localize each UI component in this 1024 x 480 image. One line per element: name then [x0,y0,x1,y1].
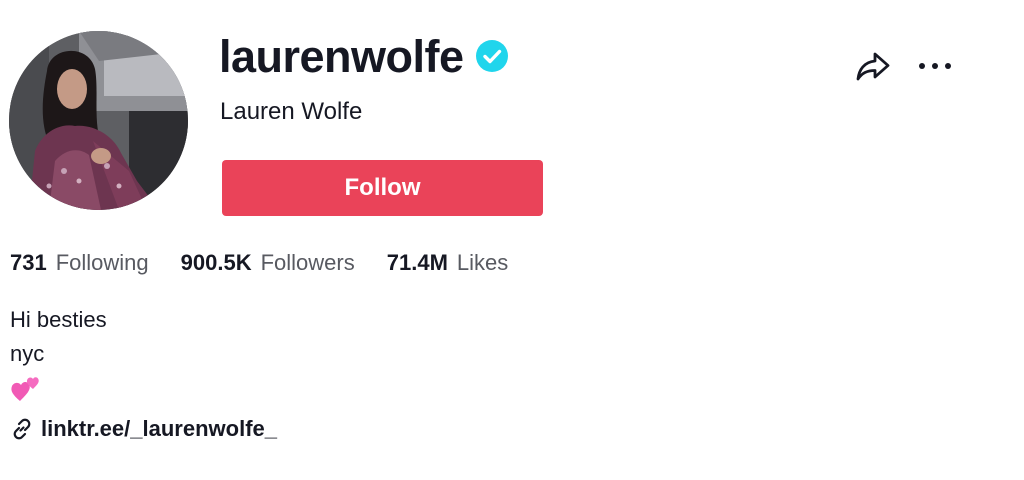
bio-line: Hi besties [10,307,107,332]
stat-value: 71.4M [386,250,448,275]
stat-label: Followers [260,250,355,275]
stat-label: Likes [456,250,509,275]
share-icon[interactable] [855,50,891,82]
bio-line: nyc [10,341,45,366]
verified-badge-icon [475,40,508,72]
bio-link[interactable]: linktr.ee/_laurenwolfe_ [10,416,277,442]
stat-value: 731 [10,250,47,275]
display-name: Lauren Wolfe [220,98,363,125]
stat-followers[interactable]: 900.5K Followers [181,250,355,276]
more-icon[interactable] [917,55,953,77]
link-icon [10,417,34,441]
stat-label: Following [55,250,149,275]
two-hearts-emoji [10,371,107,405]
bio-link-text[interactable]: linktr.ee/_laurenwolfe_ [41,416,277,442]
profile-header: laurenwolfe Lauren Wolfe Follow 731 Foll… [0,0,1024,480]
follow-button[interactable]: Follow [222,160,543,216]
avatar-photo [9,31,188,210]
stat-value: 900.5K [180,250,252,275]
avatar[interactable] [9,31,188,210]
stat-likes: 71.4M Likes [387,250,509,276]
username: laurenwolfe [219,30,464,82]
profile-stats: 731 Following 900.5K Followers 71.4M Lik… [10,250,540,276]
bio: Hi besties nyc [10,303,107,405]
stat-following[interactable]: 731 Following [10,250,149,276]
username-row: laurenwolfe [219,28,508,84]
